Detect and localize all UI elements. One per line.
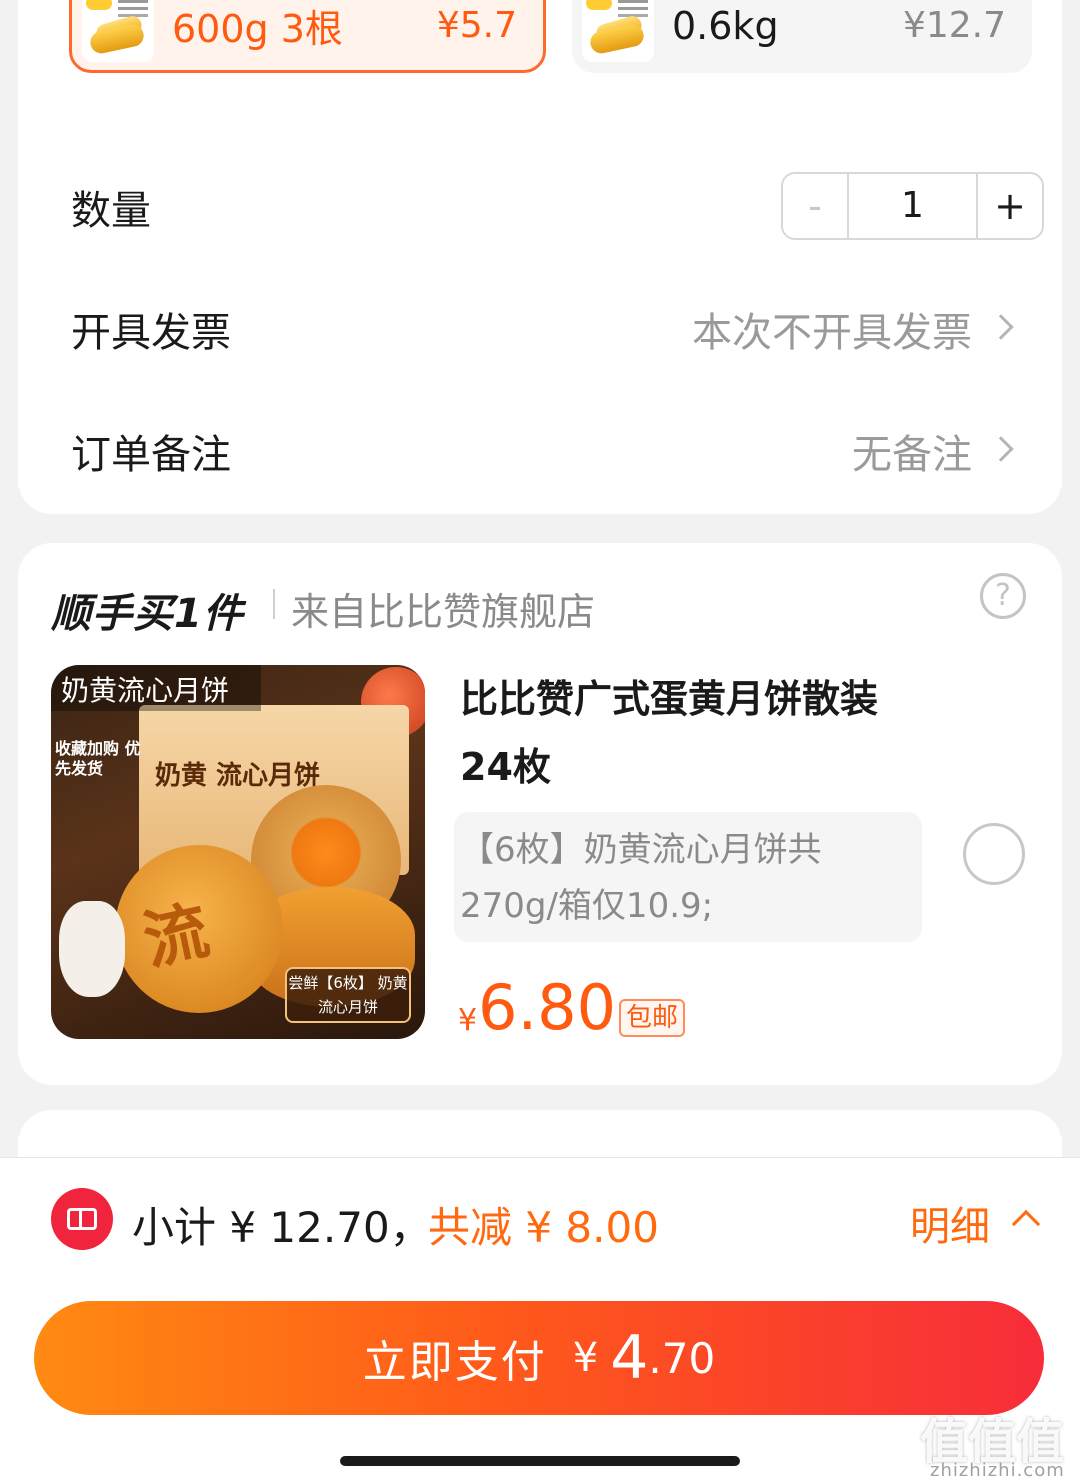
sku-thumbnail <box>582 0 654 62</box>
product-image[interactable]: 奶黄 流心月饼 奶黄流心月饼 收藏加购 优先发货 流 尝鲜【6枚】 奶黄流心月饼 <box>51 665 425 1039</box>
sku-name: 0.6kg <box>672 3 779 48</box>
bunny-graphic <box>59 901 125 997</box>
help-icon[interactable]: ? <box>980 573 1026 619</box>
sku-thumbnail <box>82 0 154 62</box>
checkout-page: 600g 3根 ¥5.7 0.6kg ¥12.7 缺货 数量 - 1 + 开具发… <box>0 0 1080 1483</box>
watermark-url: zhizhizhi.com <box>930 1460 1065 1481</box>
pay-currency: ¥ <box>572 1335 599 1381</box>
checkout-bottom-bar: 小计 ¥ 12.70， 共减 ¥ 8.00 明细 立即支付 ¥ 4 .70 值值… <box>0 1157 1080 1483</box>
price-currency: ¥ <box>458 1003 478 1038</box>
addon-card: 顺手买1件 来自比比赞旗舰店 ? 奶黄 流心月饼 奶黄流心月饼 收藏加购 优先发… <box>18 543 1062 1085</box>
addon-select-radio[interactable] <box>963 823 1025 885</box>
sku-option-out-of-stock[interactable]: 0.6kg ¥12.7 <box>572 0 1032 73</box>
remark-value: 无备注 <box>852 432 972 478</box>
box-text: 奶黄 流心月饼 <box>155 761 321 791</box>
coupon-icon <box>51 1188 113 1250</box>
sku-option-selected[interactable]: 600g 3根 ¥5.7 <box>69 0 546 73</box>
addon-title: 顺手买1件 <box>51 591 244 637</box>
subtotal-text: 小计 ¥ 12.70， <box>132 1203 432 1252</box>
decrease-button[interactable]: - <box>783 174 849 238</box>
product-title[interactable]: 比比赞广式蛋黄月饼散装24枚 <box>460 665 920 801</box>
divider <box>273 589 275 619</box>
home-indicator[interactable] <box>340 1456 740 1466</box>
invoice-label: 开具发票 <box>71 310 231 356</box>
remark-label: 订单备注 <box>71 432 231 478</box>
pay-label: 立即支付 <box>362 1337 547 1388</box>
pay-amount-decimal: .70 <box>648 1333 716 1383</box>
pay-amount-integer: 4 <box>610 1323 649 1393</box>
image-banner-text: 奶黄流心月饼 <box>61 674 230 707</box>
invoice-value: 本次不开具发票 <box>692 310 972 356</box>
product-description[interactable]: 【6枚】奶黄流心月饼共270g/箱仅10.9; <box>454 812 922 942</box>
discount-text: 共减 ¥ 8.00 <box>428 1203 659 1252</box>
detail-button[interactable]: 明细 <box>910 1194 990 1252</box>
sku-name: 600g 3根 <box>172 7 343 51</box>
product-price: 6.80 <box>478 971 617 1044</box>
sku-price: ¥5.7 <box>436 5 517 46</box>
addon-store-name: 来自比比赞旗舰店 <box>291 590 596 634</box>
chevron-up-icon[interactable] <box>1011 1209 1041 1239</box>
chevron-right-icon <box>988 436 1014 462</box>
sku-price: ¥12.7 <box>902 5 1006 46</box>
quantity-label: 数量 <box>71 188 151 234</box>
order-options-card: 600g 3根 ¥5.7 0.6kg ¥12.7 缺货 数量 - 1 + 开具发… <box>18 0 1062 514</box>
free-shipping-badge: 包邮 <box>619 999 685 1037</box>
quantity-stepper: - 1 + <box>781 172 1044 240</box>
image-tag: 尝鲜【6枚】 奶黄流心月饼 <box>285 967 411 1023</box>
pay-now-button[interactable]: 立即支付 ¥ 4 .70 <box>34 1301 1044 1415</box>
increase-button[interactable]: + <box>976 174 1042 238</box>
image-left-badge: 收藏加购 优先发货 <box>55 739 141 778</box>
quantity-value[interactable]: 1 <box>849 174 976 238</box>
chevron-right-icon <box>988 314 1014 340</box>
